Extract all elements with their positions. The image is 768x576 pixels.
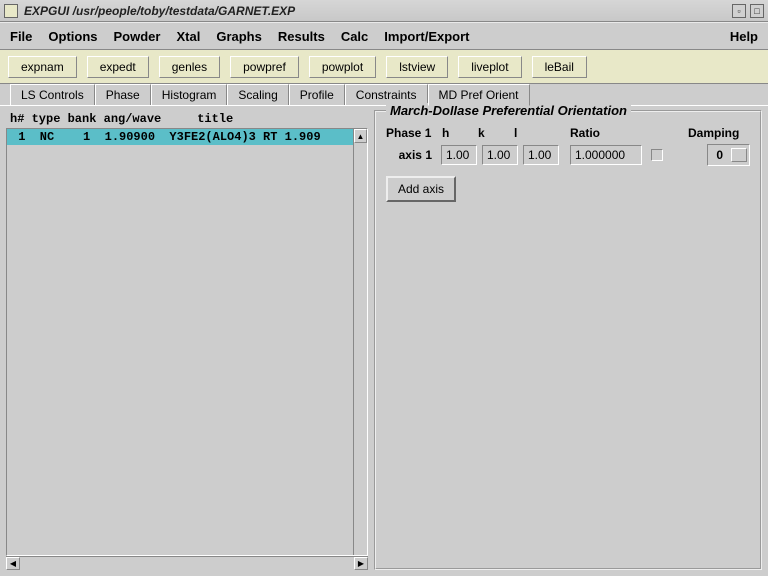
titlebar: EXPGUI /usr/people/toby/testdata/GARNET.… [0,0,768,22]
menu-xtal[interactable]: Xtal [176,29,200,44]
tool-lstview[interactable]: lstview [386,56,448,78]
damping-value: 0 [708,148,731,162]
content-area: h# type bank ang/wave title 1 NC 1 1.909… [0,106,768,576]
tool-genles[interactable]: genles [159,56,220,78]
histogram-pane: h# type bank ang/wave title 1 NC 1 1.909… [6,110,368,570]
menu-import-export[interactable]: Import/Export [384,29,469,44]
md-field-labels: Phase 1 h k l Ratio Damping [386,126,750,144]
histogram-row[interactable]: 1 NC 1 1.90900 Y3FE2(ALO4)3 RT 1.909 [7,129,367,145]
menu-results[interactable]: Results [278,29,325,44]
tab-scaling[interactable]: Scaling [227,84,288,105]
damping-knob-icon[interactable] [731,148,747,162]
tab-profile[interactable]: Profile [289,84,345,105]
horizontal-scrollbar[interactable]: ◀ ▶ [6,556,368,570]
tool-liveplot[interactable]: liveplot [458,56,521,78]
scroll-left-icon[interactable]: ◀ [6,557,20,570]
tool-powplot[interactable]: powplot [309,56,376,78]
add-axis-button[interactable]: Add axis [386,176,456,202]
tab-md-pref-orient[interactable]: MD Pref Orient [428,84,530,106]
label-phase: Phase 1 [386,126,442,140]
axis-label: axis 1 [386,148,436,162]
menu-calc[interactable]: Calc [341,29,368,44]
window-title: EXPGUI /usr/people/toby/testdata/GARNET.… [24,4,295,18]
menubar: File Options Powder Xtal Graphs Results … [0,22,768,50]
vertical-scrollbar[interactable]: ▲ [353,129,367,555]
tabs-row: LS Controls Phase Histogram Scaling Prof… [0,84,768,106]
maximize-button[interactable]: □ [750,4,764,18]
axis-refine-checkbox[interactable] [651,149,663,161]
scroll-right-icon[interactable]: ▶ [354,557,368,570]
tool-expnam[interactable]: expnam [8,56,77,78]
menu-help[interactable]: Help [730,29,758,44]
menu-options[interactable]: Options [48,29,97,44]
tab-constraints[interactable]: Constraints [345,84,428,105]
label-h: h [442,126,478,140]
label-damping: Damping [688,126,750,140]
input-l[interactable]: 1.00 [523,145,559,165]
menu-file[interactable]: File [10,29,32,44]
input-h[interactable]: 1.00 [441,145,477,165]
input-k[interactable]: 1.00 [482,145,518,165]
toolbar: expnam expedt genles powpref powplot lst… [0,50,768,84]
tab-histogram[interactable]: Histogram [151,84,228,105]
tool-lebail[interactable]: leBail [532,56,587,78]
md-pane: March-Dollase Preferential Orientation P… [374,110,762,570]
label-l: l [514,126,550,140]
histogram-list-header: h# type bank ang/wave title [6,110,368,128]
damping-select[interactable]: 0 [707,144,750,166]
minimize-button[interactable]: ▫ [732,4,746,18]
tool-powpref[interactable]: powpref [230,56,299,78]
md-groupbox: March-Dollase Preferential Orientation P… [374,110,762,570]
label-k: k [478,126,514,140]
menu-graphs[interactable]: Graphs [216,29,262,44]
scroll-track[interactable] [20,557,354,570]
scroll-up-icon[interactable]: ▲ [354,129,367,143]
histogram-list[interactable]: 1 NC 1 1.90900 Y3FE2(ALO4)3 RT 1.909 ▲ [6,128,368,556]
window-menu-icon[interactable] [4,4,18,18]
tab-phase[interactable]: Phase [95,84,151,105]
label-ratio: Ratio [570,126,650,140]
axis-row: axis 1 1.00 1.00 1.00 1.000000 0 [386,144,750,166]
input-ratio[interactable]: 1.000000 [570,145,642,165]
menu-powder[interactable]: Powder [114,29,161,44]
tool-expedt[interactable]: expedt [87,56,149,78]
tab-ls-controls[interactable]: LS Controls [10,84,95,105]
